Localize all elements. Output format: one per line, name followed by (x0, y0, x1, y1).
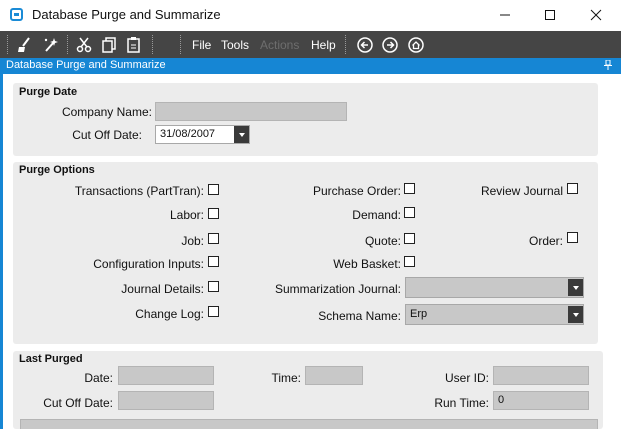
last-purged-date-field[interactable] (118, 366, 214, 385)
close-icon (590, 9, 602, 21)
maximize-button[interactable] (527, 0, 573, 30)
change-log-checkbox[interactable] (208, 306, 219, 317)
window-title: Database Purge and Summarize (32, 7, 221, 22)
minimize-icon (500, 14, 510, 16)
toolbar-separator (345, 35, 348, 54)
cut-button[interactable] (75, 36, 93, 54)
demand-label: Demand: (352, 208, 401, 222)
last-purged-time-field[interactable] (305, 366, 363, 385)
purge-date-heading: Purge Date (19, 86, 78, 98)
transactions-label: Transactions (PartTran): (74, 184, 204, 198)
transactions-checkbox[interactable] (208, 184, 219, 195)
journal-details-checkbox[interactable] (208, 281, 219, 292)
app-icon (10, 8, 23, 21)
review-journal-checkbox[interactable] (567, 183, 578, 194)
labor-checkbox[interactable] (208, 208, 219, 219)
company-name-field[interactable] (155, 102, 347, 121)
menu-help[interactable]: Help (311, 38, 336, 52)
cut-off-date-label: Cut Off Date: (72, 128, 142, 142)
toolbar-separator (67, 35, 70, 54)
configuration-inputs-checkbox[interactable] (208, 256, 219, 267)
schema-name-dropdown-button[interactable] (568, 306, 583, 323)
last-purged-heading: Last Purged (19, 353, 83, 365)
run-time-field[interactable]: 0 (493, 391, 589, 410)
labor-label: Labor: (169, 208, 204, 222)
purge-date-group: Purge Date Company Name: Cut Off Date: 3… (13, 83, 598, 156)
last-purged-cut-off-date-field[interactable] (118, 391, 214, 410)
purge-options-heading: Purge Options (19, 164, 95, 176)
menu-tools[interactable]: Tools (221, 38, 249, 52)
scissors-icon (76, 37, 92, 53)
menu-file[interactable]: File (192, 38, 211, 52)
last-purged-group: Last Purged Date: Time: User ID: Cut Off… (13, 351, 603, 429)
form-content: Purge Date Company Name: Cut Off Date: 3… (3, 74, 621, 429)
user-id-field[interactable] (493, 366, 589, 385)
web-basket-checkbox[interactable] (404, 256, 415, 267)
user-id-label: User ID: (444, 371, 489, 385)
journal-details-label: Journal Details: (121, 282, 204, 296)
copy-icon (102, 37, 116, 53)
review-journal-label: Review Journal (480, 184, 563, 198)
comment-field[interactable] (20, 419, 598, 429)
quote-checkbox[interactable] (404, 233, 415, 244)
forward-button[interactable] (381, 36, 399, 54)
clipboard-icon (127, 37, 140, 53)
change-log-label: Change Log: (135, 307, 204, 321)
order-label: Order: (528, 234, 563, 248)
job-label: Job: (181, 234, 204, 248)
back-button[interactable] (356, 36, 374, 54)
web-basket-label: Web Basket: (333, 257, 401, 271)
forward-arrow-icon (382, 37, 398, 53)
configuration-inputs-label: Configuration Inputs: (93, 257, 204, 271)
title-bar: Database Purge and Summarize (0, 0, 621, 30)
schema-name-label: Schema Name: (318, 309, 401, 323)
last-purged-date-label: Date: (84, 371, 113, 385)
refresh-button[interactable] (42, 36, 60, 54)
company-name-label: Company Name: (61, 105, 152, 119)
order-checkbox[interactable] (567, 232, 578, 243)
summarization-journal-label: Summarization Journal: (274, 282, 401, 296)
home-button[interactable] (407, 36, 425, 54)
toolbar-separator (152, 35, 155, 54)
close-button[interactable] (573, 0, 619, 30)
clear-button[interactable] (16, 36, 34, 54)
schema-name-combo[interactable]: Erp (405, 304, 584, 325)
panel-header: Database Purge and Summarize (0, 58, 621, 74)
wand-icon (44, 38, 58, 52)
demand-checkbox[interactable] (404, 207, 415, 218)
toolbar-separator (180, 35, 183, 54)
summarization-journal-combo[interactable] (405, 277, 584, 298)
paste-button[interactable] (125, 36, 143, 54)
last-purged-cut-off-date-label: Cut Off Date: (43, 396, 113, 410)
broom-icon (18, 37, 30, 52)
purchase-order-label: Purchase Order: (312, 184, 401, 198)
quote-label: Quote: (364, 234, 401, 248)
toolbar-separator (7, 35, 10, 54)
menu-actions[interactable]: Actions (260, 38, 299, 52)
maximize-icon (545, 10, 555, 20)
panel-title: Database Purge and Summarize (6, 59, 166, 71)
last-purged-time-label: Time: (271, 371, 301, 385)
run-time-label: Run Time: (434, 396, 489, 410)
copy-button[interactable] (100, 36, 118, 54)
toolbar: File Tools Actions Help (0, 31, 621, 58)
pin-icon[interactable] (604, 60, 612, 70)
minimize-button[interactable] (482, 0, 528, 30)
job-checkbox[interactable] (208, 233, 219, 244)
home-icon (408, 37, 424, 53)
cut-off-date-dropdown-button[interactable] (234, 126, 249, 143)
summarization-journal-dropdown-button[interactable] (568, 279, 583, 296)
purge-options-group: Purge Options Transactions (PartTran): L… (13, 162, 598, 344)
back-arrow-icon (357, 37, 373, 53)
purchase-order-checkbox[interactable] (404, 183, 415, 194)
